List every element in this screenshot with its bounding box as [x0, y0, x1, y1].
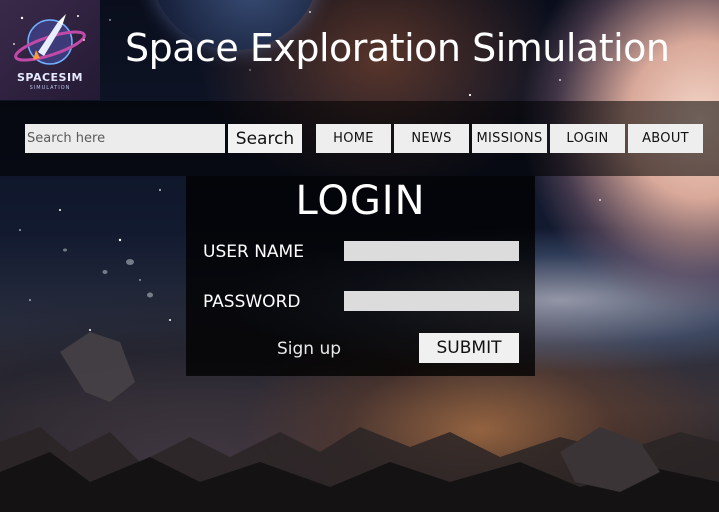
nav-missions-button[interactable]: MISSIONS	[472, 124, 547, 153]
password-field[interactable]	[344, 291, 519, 311]
signup-link[interactable]: Sign up	[277, 339, 341, 359]
nav-login-button[interactable]: LOGIN	[550, 124, 625, 153]
search-input[interactable]	[25, 124, 225, 153]
nav-news-button[interactable]: NEWS	[394, 124, 469, 153]
username-label: USER NAME	[203, 242, 304, 262]
spacesim-logo[interactable]: SPACESIM SIMULATION	[0, 0, 100, 100]
site-title: Space Exploration Simulation	[125, 26, 670, 70]
search-button[interactable]: Search	[228, 124, 302, 153]
nav-about-button[interactable]: ABOUT	[628, 124, 703, 153]
logo-brand-text: SPACESIM	[16, 71, 84, 84]
site-header: SPACESIM SIMULATION Space Exploration Si…	[0, 0, 719, 100]
submit-button[interactable]: SUBMIT	[419, 333, 519, 363]
nav-home-button[interactable]: HOME	[316, 124, 391, 153]
logo-sub-text: SIMULATION	[29, 85, 71, 91]
login-title: LOGIN	[295, 178, 426, 224]
password-label: PASSWORD	[203, 292, 301, 312]
rocket-planet-icon	[13, 14, 86, 65]
username-field[interactable]	[344, 241, 519, 261]
